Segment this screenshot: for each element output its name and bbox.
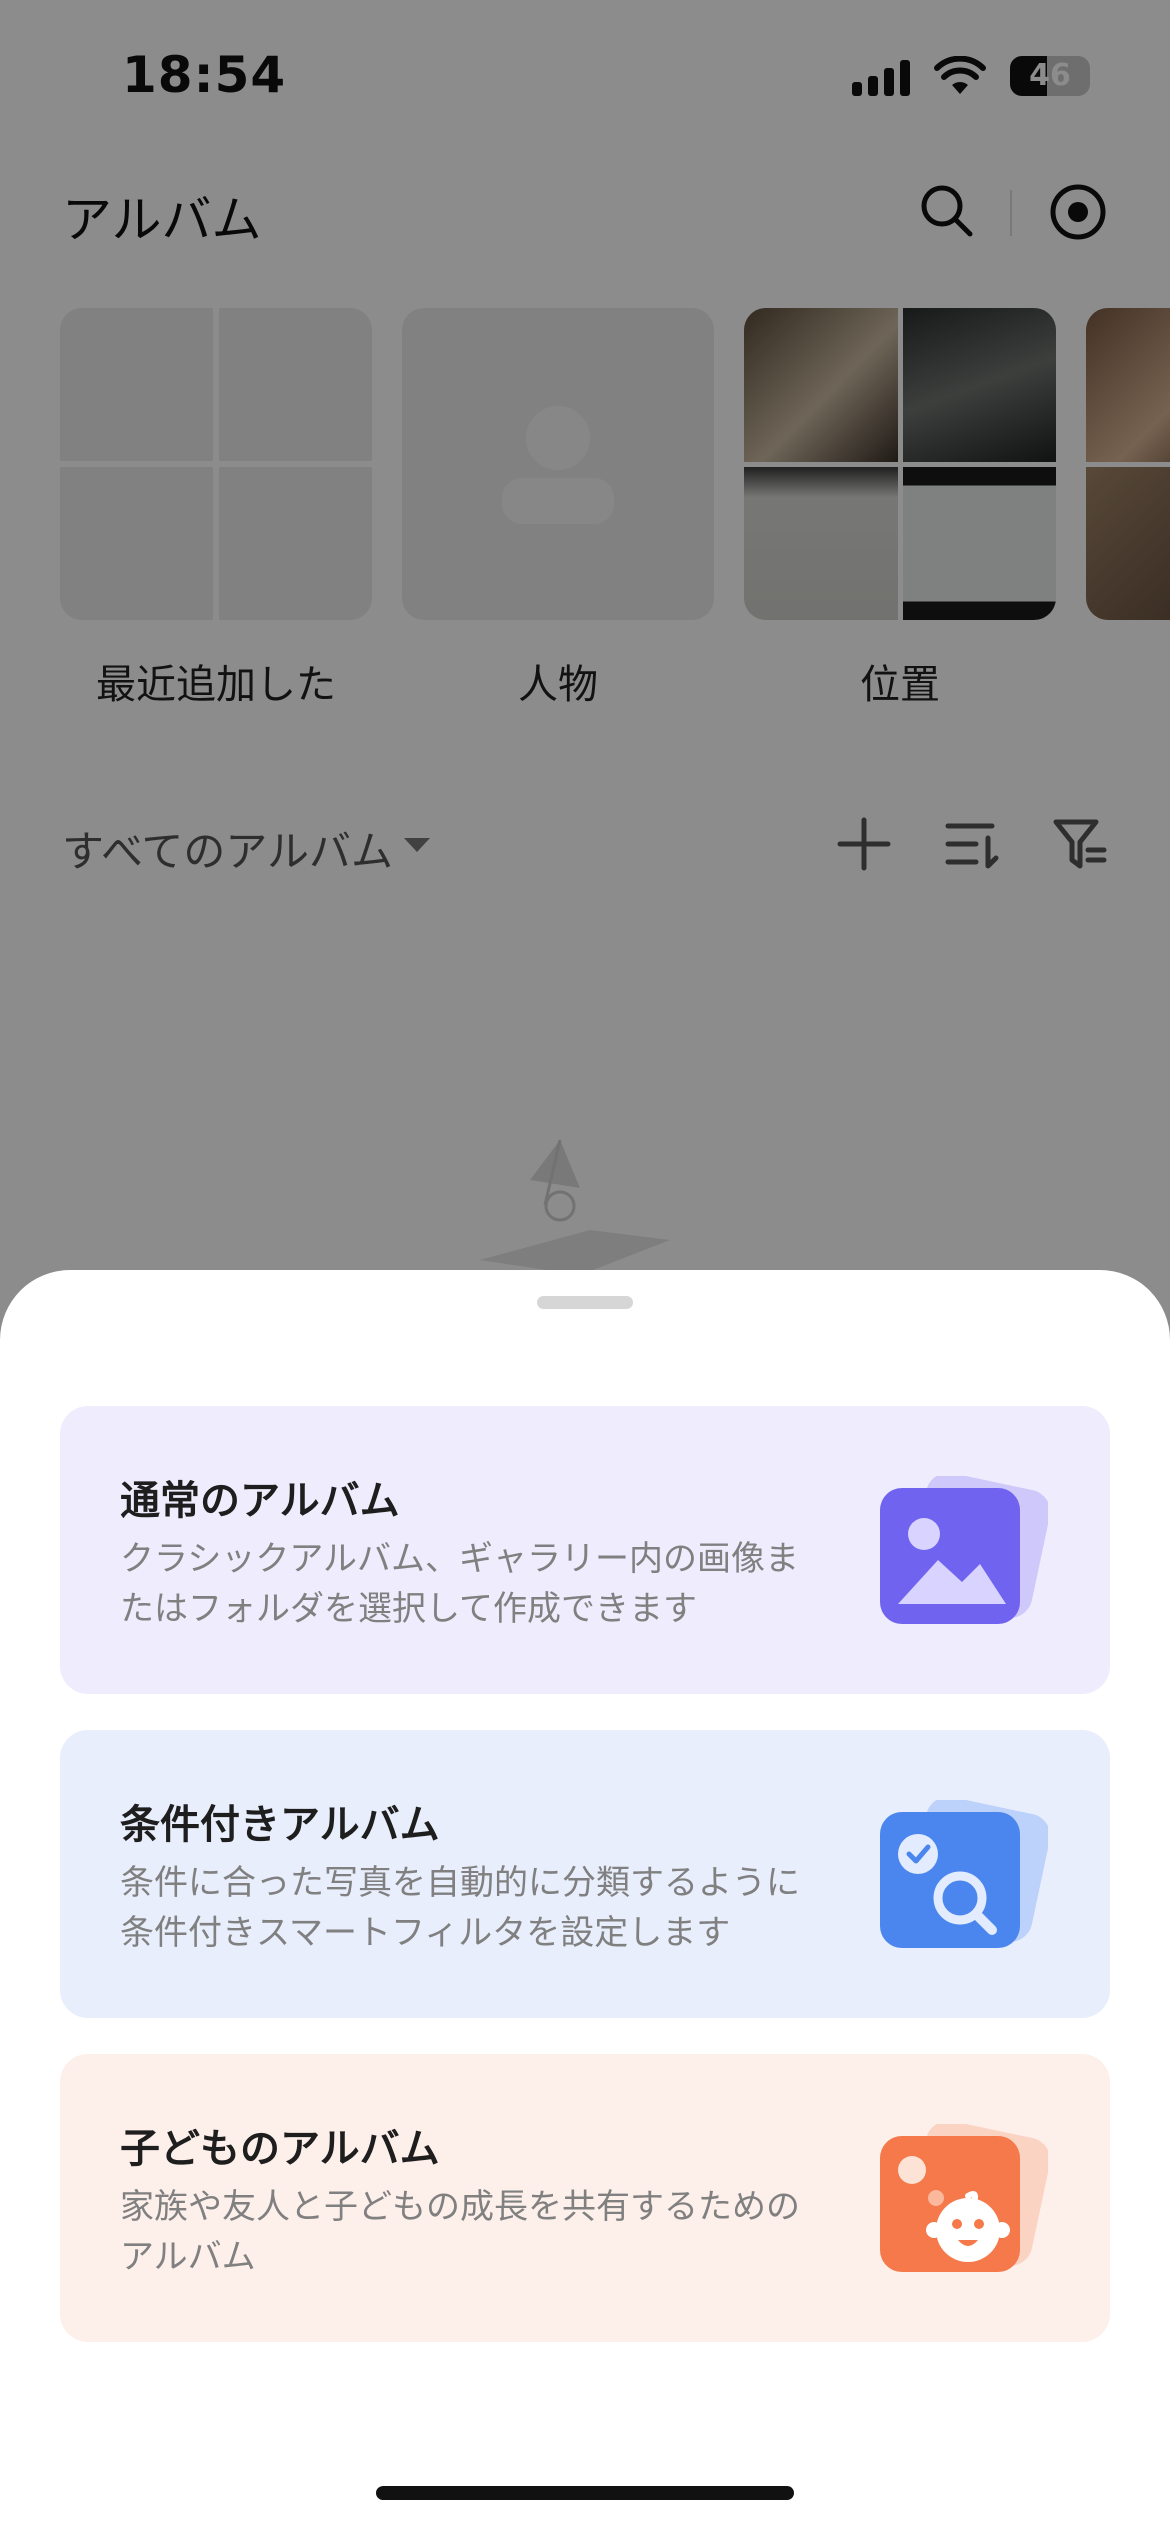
option-description: 条件に合った写真を自動的に分類するように 条件付きスマートフィルタを設定します [120, 1863, 800, 1953]
option-description: クラシックアルバム、ギャラリー内の画像ま たはフォルダを選択して作成できます [120, 1539, 799, 1629]
create-album-sheet: 通常のアルバム クラシックアルバム、ギャラリー内の画像ま たはフォルダを選択して… [0, 1270, 1170, 2532]
home-indicator[interactable] [376, 2486, 794, 2500]
kids-album-option[interactable]: 子どものアルバム 家族や友人と子どもの成長を共有するための アルバム [60, 2054, 1110, 2342]
option-title: 条件付きアルバム [120, 1802, 440, 1848]
child-album-icon [880, 2124, 1048, 2272]
option-title: 子どものアルバム [120, 2126, 440, 2172]
normal-album-option[interactable]: 通常のアルバム クラシックアルバム、ギャラリー内の画像ま たはフォルダを選択して… [60, 1406, 1110, 1694]
smart-filter-icon [880, 1800, 1048, 1948]
sheet-drag-handle[interactable] [537, 1296, 633, 1309]
image-album-icon [880, 1476, 1048, 1624]
option-description: 家族や友人と子どもの成長を共有するための アルバム [120, 2187, 800, 2277]
conditional-album-option[interactable]: 条件付きアルバム 条件に合った写真を自動的に分類するように 条件付きスマートフィ… [60, 1730, 1110, 2018]
option-title: 通常のアルバム [120, 1478, 400, 1524]
